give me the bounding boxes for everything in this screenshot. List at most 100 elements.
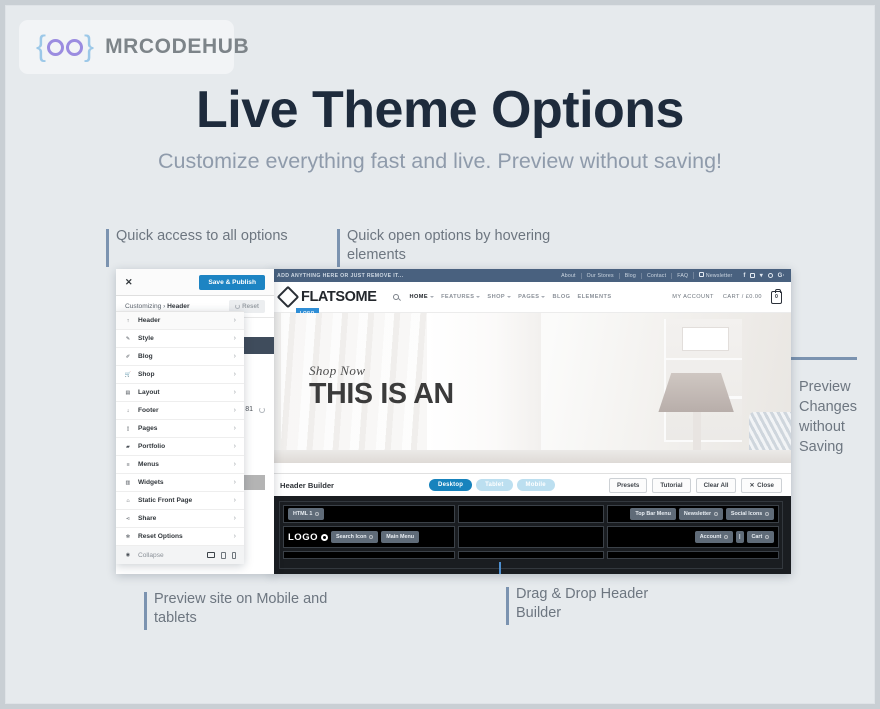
mobile-preview-icon[interactable] [232,551,236,559]
chevron-right-icon: › [233,515,236,522]
desktop-preview-icon[interactable] [207,552,216,558]
builder-zone-center[interactable] [458,505,604,523]
chevron-right-icon: › [233,497,236,504]
facebook-icon[interactable]: f [743,273,745,279]
chevron-down-icon [476,296,481,298]
chevron-right-icon: › [233,335,236,342]
device-mobile-pill[interactable]: Mobile [516,479,555,491]
tablet-preview-icon[interactable] [221,551,227,559]
block-top-bar-menu[interactable]: Top Bar Menu [630,508,676,520]
builder-zone-center-bottom[interactable] [458,551,604,559]
gear-icon[interactable] [369,534,374,540]
oo-circles-icon [47,38,84,56]
block-main-menu[interactable]: Main Menu [381,531,420,543]
menu-item-static-front-page[interactable]: ⌂ Static Front Page › [116,492,244,510]
leader-line [106,229,109,267]
left-brace-icon: { [36,30,47,63]
chevron-right-icon: › [233,461,236,468]
envelope-icon [699,272,705,277]
header-builder-canvas[interactable]: HTML 1 Top Bar Menu Newsletter Social Ic… [271,496,791,574]
nav-item-features[interactable]: FEATURES [441,294,481,300]
chevron-right-icon: › [233,443,236,450]
menu-item-portfolio[interactable]: ▰ Portfolio › [116,438,244,456]
hero-banner: Shop Now THIS IS AN [271,313,791,463]
gear-icon[interactable] [723,534,728,540]
topbar-link-faq[interactable]: FAQ [671,272,693,279]
presets-button[interactable]: Presets [608,477,648,493]
close-builder-button[interactable]: ✕ Close [741,477,782,493]
block-search-icon[interactable]: Search Icon [330,531,379,543]
refresh-icon[interactable] [259,406,265,413]
cart-icon[interactable]: 0 [771,288,782,304]
widgets-icon: ▥ [125,479,131,486]
menu-item-share[interactable]: ⋖ Share › [116,510,244,528]
builder-zone-right-bottom[interactable] [607,551,779,559]
pinterest-icon[interactable] [767,272,774,279]
gear-icon[interactable] [764,534,769,540]
builder-zone-left-main[interactable]: LOGO Search Icon Main Menu [283,526,455,548]
builder-row-main: LOGO Search Icon Main Menu Account | Car… [283,526,779,548]
topbar-link-blog[interactable]: Blog [618,272,641,279]
search-icon[interactable] [393,294,400,300]
block-cart[interactable]: Cart [746,531,774,543]
hero-eyebrow: Shop Now [309,363,366,378]
menu-item-reset-options[interactable]: ✻ Reset Options › [116,528,244,546]
device-tablet-pill[interactable]: Tablet [476,479,513,491]
chevron-right-icon: › [233,389,236,396]
gear-icon[interactable] [314,511,320,517]
chevron-right-icon: › [233,533,236,540]
menu-item-collapse[interactable]: ◉ Collapse [116,546,244,564]
chevron-right-icon: › [233,317,236,324]
topbar-link-newsletter[interactable]: Newsletter [693,272,737,279]
topbar-link-about[interactable]: About [556,273,581,279]
menu-item-menus[interactable]: ≡ Menus › [116,456,244,474]
site-brand[interactable]: FLATSOME LOGO [276,285,377,317]
clear-all-button[interactable]: Clear All [695,477,737,493]
block-social-icons[interactable]: Social Icons [725,508,774,520]
gear-icon[interactable] [764,511,769,517]
menu-item-style[interactable]: ✎ Style › [116,330,244,348]
nav-my-account[interactable]: MY ACCOUNT [672,294,714,300]
topbar-link-contact[interactable]: Contact [640,272,671,279]
menu-item-footer[interactable]: ↓ Footer › [116,402,244,420]
block-account[interactable]: Account [694,531,733,543]
twitter-icon[interactable]: ▾ [760,272,763,279]
builder-zone-left[interactable]: HTML 1 [283,505,455,523]
device-desktop-pill[interactable]: Desktop [429,479,473,491]
builder-zone-center-main[interactable] [458,526,604,548]
chevron-right-icon: › [233,371,236,378]
builder-zone-left-bottom[interactable] [283,551,455,559]
gear-icon[interactable] [320,533,328,541]
social-icons-group[interactable]: f ▾ G· [737,272,785,280]
topbar-link-our-stores[interactable]: Our Stores [580,272,619,279]
menu-item-widgets[interactable]: ▥ Widgets › [116,474,244,492]
menu-icon: ≡ [126,461,130,468]
leader-line [337,229,340,267]
folder-icon: ▰ [126,443,130,450]
menu-item-layout[interactable]: ▤ Layout › [116,384,244,402]
menu-item-blog[interactable]: ✐ Blog › [116,348,244,366]
googleplus-icon[interactable]: G· [778,273,785,279]
nav-item-shop[interactable]: SHOP [487,294,512,300]
block-html-1[interactable]: HTML 1 [288,508,325,520]
block-separator[interactable]: | [736,531,744,543]
nav-item-pages[interactable]: PAGES [518,294,546,300]
menu-item-header[interactable]: ↑ Header › [116,312,244,330]
annotation-quick-open: Quick open options by hovering elements [337,227,597,267]
builder-zone-right-main[interactable]: Account | Cart [607,526,779,548]
tutorial-button[interactable]: Tutorial [652,477,691,493]
nav-item-elements[interactable]: ELEMENTS [577,294,611,300]
menu-item-shop[interactable]: 🛒 Shop › [116,366,244,384]
close-icon[interactable]: ✕ [125,277,133,288]
nav-item-blog[interactable]: BLOG [552,294,570,300]
gear-icon[interactable] [713,511,718,517]
menu-item-pages[interactable]: ▯ Pages › [116,420,244,438]
nav-item-home[interactable]: HOME [409,294,435,300]
brand-logo: { } MRCODEHUB [19,20,249,74]
nav-cart-total[interactable]: CART / £0.00 [723,294,762,300]
instagram-icon[interactable] [750,273,756,278]
block-logo[interactable]: LOGO [288,532,328,543]
block-newsletter[interactable]: Newsletter [678,508,723,520]
save-and-publish-button[interactable]: Save & Publish [199,274,265,290]
builder-zone-right[interactable]: Top Bar Menu Newsletter Social Icons [607,505,779,523]
